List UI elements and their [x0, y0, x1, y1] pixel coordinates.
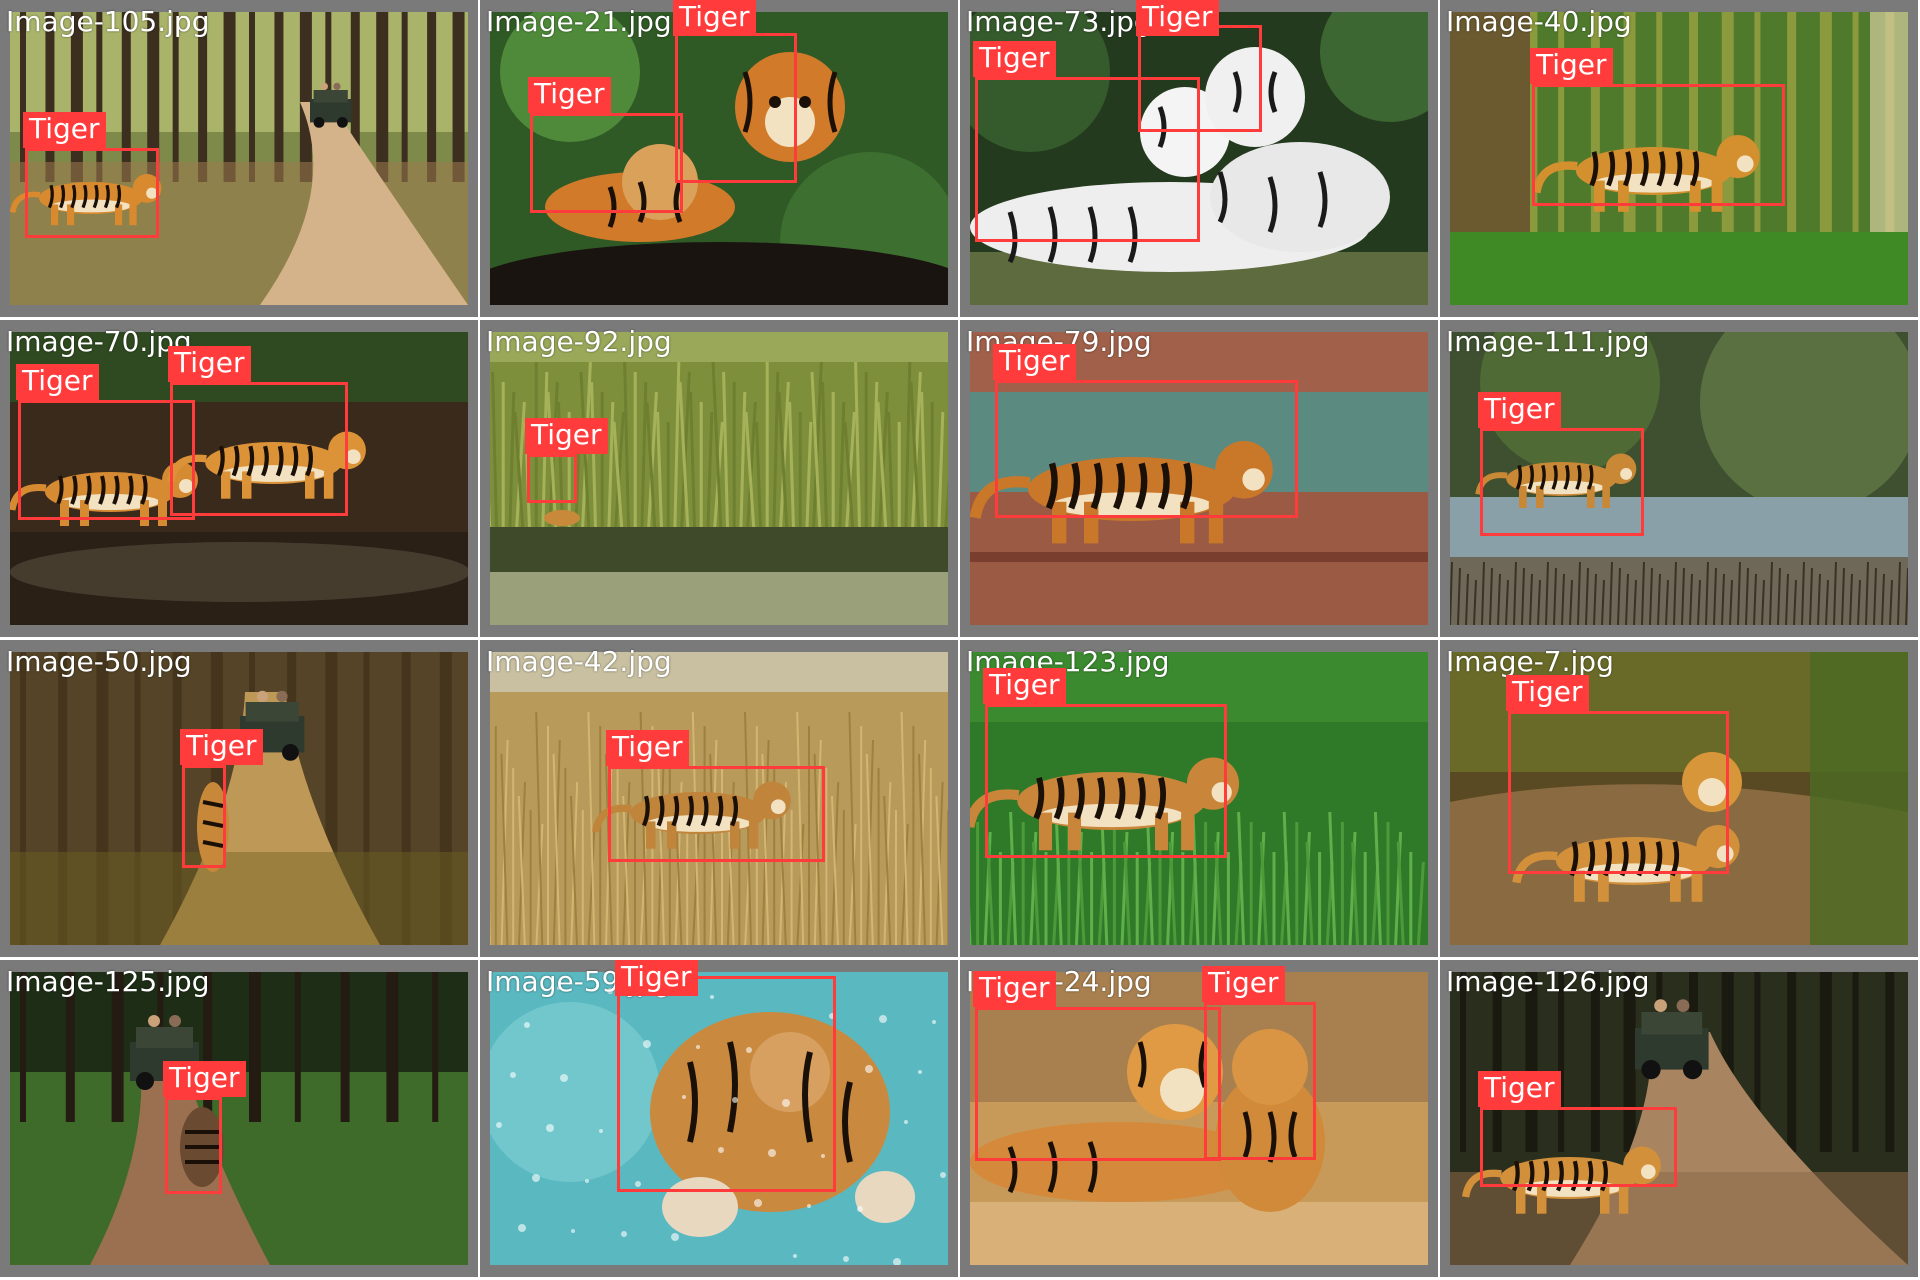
detection-box: [675, 33, 797, 183]
detection-box: [1480, 428, 1644, 536]
detection-label: Tiger: [973, 41, 1056, 77]
detection-box: [985, 704, 1227, 858]
detection-box: [1532, 84, 1785, 206]
image-filename: Image-105.jpg: [6, 5, 210, 38]
result-tile: Image-123.jpg Tiger: [960, 640, 1438, 957]
detection-label: Tiger: [1530, 48, 1613, 84]
result-tile: Image-42.jpg Tiger: [480, 640, 958, 957]
image-filename: Image-126.jpg: [1446, 965, 1650, 998]
result-tile: Image-7.jpg Tiger: [1440, 640, 1918, 957]
image-filename: Image-70.jpg: [6, 325, 192, 358]
detection-box: [975, 77, 1200, 242]
result-tile: Image-21.jpg Tiger Tiger: [480, 0, 958, 317]
detection-label: Tiger: [525, 418, 608, 454]
detection-label: Tiger: [673, 0, 756, 36]
result-tile: Image-59.jpg Tiger: [480, 960, 958, 1277]
tiger-photo: [10, 972, 468, 1265]
detection-label: Tiger: [1202, 966, 1285, 1002]
result-tile: Image-125.jpg Tiger: [0, 960, 478, 1277]
image-filename: Image-42.jpg: [486, 645, 672, 678]
detection-label: Tiger: [23, 112, 106, 148]
image-filename: Image-73.jpg: [966, 5, 1152, 38]
tiger-photo: [10, 652, 468, 945]
detection-results-grid: Image-105.jpg Tiger Image-21.jpg Tiger Tige…: [0, 0, 1920, 1280]
result-tile: Image-92.jpg Tiger: [480, 320, 958, 637]
image-filename: Image-7.jpg: [1446, 645, 1614, 678]
detection-box: [182, 765, 226, 868]
detection-box: [527, 454, 577, 503]
detection-box: [1480, 1107, 1677, 1187]
detection-box: [25, 148, 159, 238]
detection-box: [608, 766, 825, 862]
detection-label: Tiger: [973, 971, 1056, 1007]
detection-label: Tiger: [1478, 1071, 1561, 1107]
detection-box: [18, 400, 195, 520]
image-filename: Image-21.jpg: [486, 5, 672, 38]
detection-box: [170, 382, 348, 516]
image-filename: Image-92.jpg: [486, 325, 672, 358]
detection-label: Tiger: [993, 344, 1076, 380]
detection-label: Tiger: [606, 730, 689, 766]
image-filename: Image-50.jpg: [6, 645, 192, 678]
detection-label: Tiger: [615, 960, 698, 996]
result-tile: Image-73.jpg Tiger Tiger: [960, 0, 1438, 317]
detection-box: [530, 113, 683, 213]
result-tile: Image-79.jpg Tiger: [960, 320, 1438, 637]
detection-box: [975, 1007, 1221, 1161]
result-tile: Image-111.jpg Tiger: [1440, 320, 1918, 637]
detection-label: Tiger: [1136, 0, 1219, 36]
image-filename: Image-125.jpg: [6, 965, 210, 998]
detection-label: Tiger: [180, 729, 263, 765]
detection-label: Tiger: [168, 346, 251, 382]
detection-label: Tiger: [163, 1061, 246, 1097]
result-tile: Image-50.jpg Tiger: [0, 640, 478, 957]
detection-label: Tiger: [1506, 675, 1589, 711]
detection-box: [617, 976, 836, 1192]
detection-box: [995, 380, 1298, 518]
result-tile: Image-105.jpg Tiger: [0, 0, 478, 317]
detection-box: [165, 1097, 222, 1194]
result-tile: Image-70.jpg Tiger Tiger: [0, 320, 478, 637]
result-tile: Image-126.jpg Tiger: [1440, 960, 1918, 1277]
detection-label: Tiger: [528, 77, 611, 113]
detection-box: [1508, 711, 1729, 874]
image-filename: Image-40.jpg: [1446, 5, 1632, 38]
result-tile: Image-40.jpg Tiger: [1440, 0, 1918, 317]
image-filename: Image-111.jpg: [1446, 325, 1650, 358]
detection-label: Tiger: [983, 668, 1066, 704]
detection-label: Tiger: [16, 364, 99, 400]
detection-label: Tiger: [1478, 392, 1561, 428]
result-tile: Image-24.jpg Tiger Tiger: [960, 960, 1438, 1277]
